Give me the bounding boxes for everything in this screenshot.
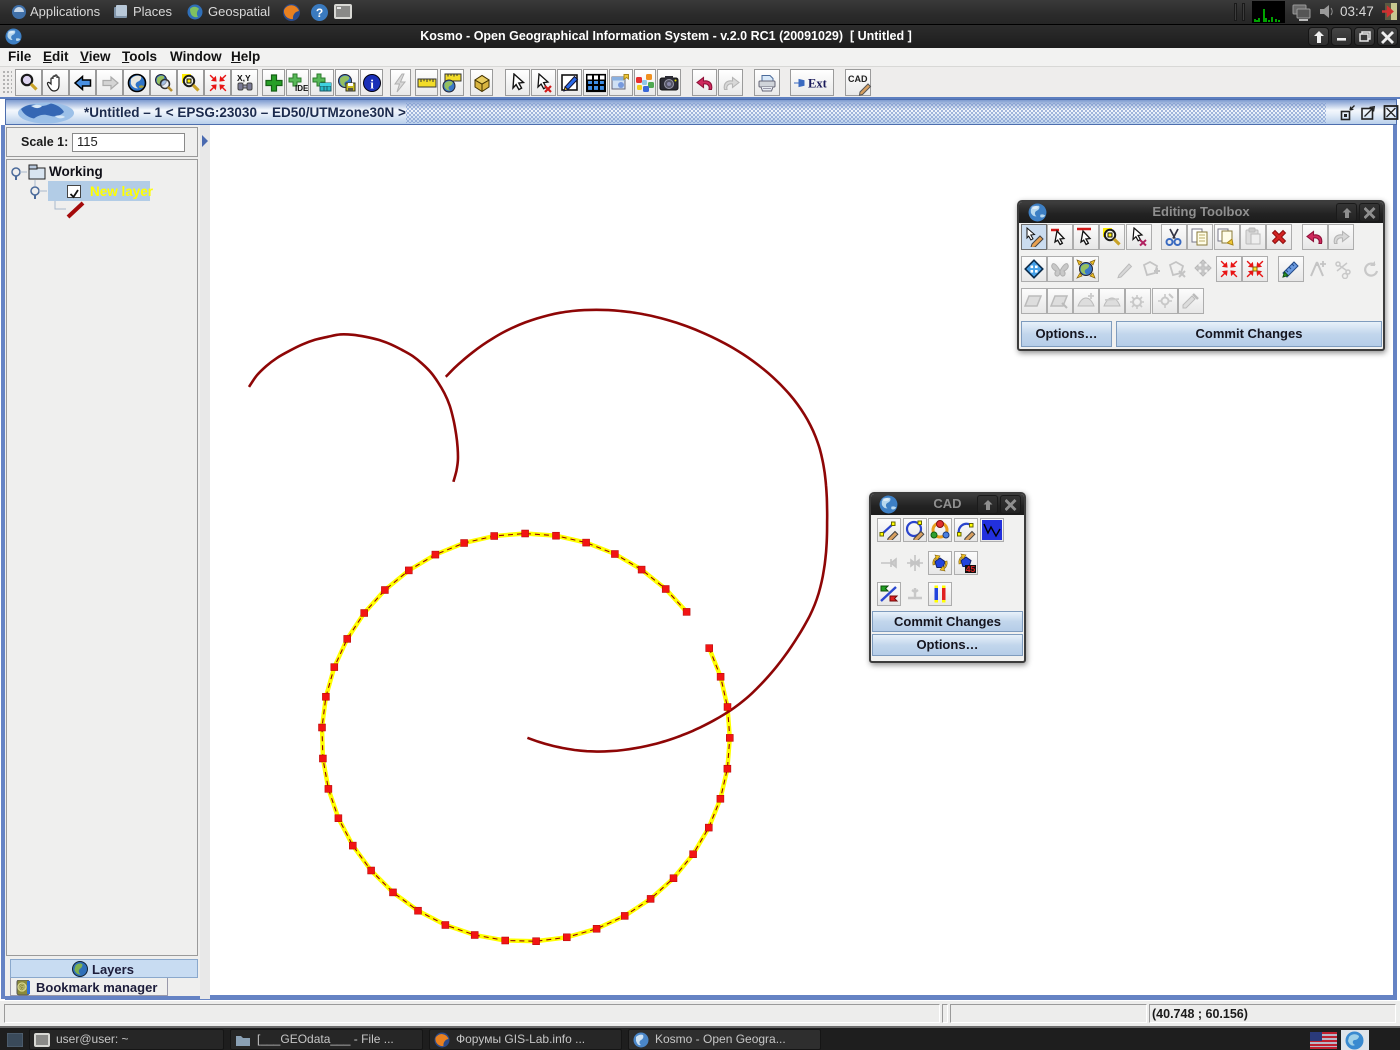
svg-text:X,Y: X,Y <box>237 73 251 83</box>
svg-text:i: i <box>370 76 374 91</box>
svg-text:45: 45 <box>966 564 976 573</box>
svg-text:@: @ <box>18 985 25 992</box>
svg-text:CAD: CAD <box>848 74 868 84</box>
svg-text:IDE: IDE <box>295 84 308 93</box>
svg-text:Ext: Ext <box>808 77 828 91</box>
svg-text:?: ? <box>316 6 323 20</box>
